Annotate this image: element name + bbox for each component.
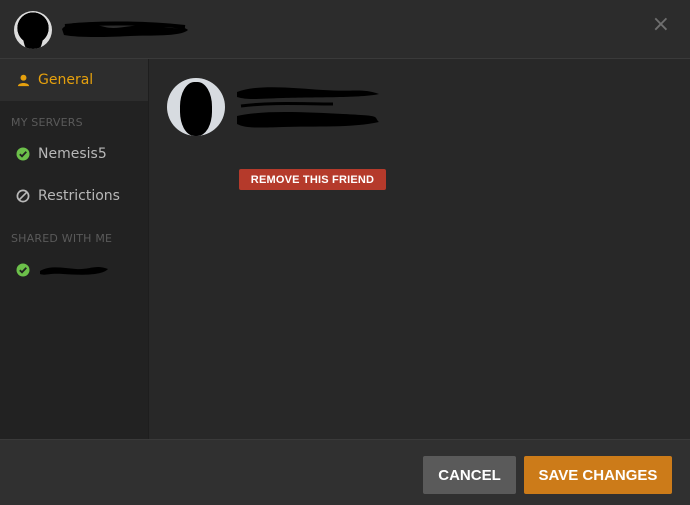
redaction-mark bbox=[23, 13, 43, 49]
check-circle-icon bbox=[16, 147, 30, 161]
dialog-footer: CANCEL SAVE CHANGES bbox=[0, 439, 690, 505]
redacted-username bbox=[62, 21, 188, 37]
save-changes-button[interactable]: SAVE CHANGES bbox=[524, 456, 672, 494]
sidebar-item-shared-server[interactable] bbox=[0, 249, 148, 291]
redacted-server-name bbox=[40, 266, 108, 275]
section-header-my-servers: MY SERVERS bbox=[11, 116, 83, 129]
sidebar: General MY SERVERS Nemesis5 Restrictions… bbox=[0, 59, 149, 439]
dialog-header: × bbox=[0, 0, 690, 59]
check-circle-icon bbox=[16, 263, 30, 277]
remove-friend-button[interactable]: REMOVE THIS FRIEND bbox=[239, 169, 386, 190]
sidebar-item-label: Nemesis5 bbox=[38, 146, 107, 162]
user-icon bbox=[16, 73, 30, 87]
sidebar-item-label: Restrictions bbox=[38, 188, 120, 204]
ban-icon bbox=[16, 189, 30, 203]
avatar bbox=[14, 11, 52, 49]
avatar bbox=[167, 78, 225, 136]
redaction-mark bbox=[180, 82, 212, 136]
sidebar-item-general[interactable]: General bbox=[0, 59, 148, 101]
redacted-profile-info bbox=[237, 87, 379, 128]
cancel-button[interactable]: CANCEL bbox=[423, 456, 516, 494]
main-panel: REMOVE THIS FRIEND bbox=[149, 59, 690, 439]
sidebar-item-nemesis5[interactable]: Nemesis5 bbox=[0, 133, 148, 175]
sidebar-item-label: General bbox=[38, 72, 94, 88]
sidebar-item-restrictions[interactable]: Restrictions bbox=[0, 175, 148, 217]
friend-settings-dialog: × General MY SERVERS Nemesis5 Restrictio… bbox=[0, 0, 690, 505]
section-header-shared-with-me: SHARED WITH ME bbox=[11, 232, 113, 245]
close-icon[interactable]: × bbox=[652, 13, 670, 37]
